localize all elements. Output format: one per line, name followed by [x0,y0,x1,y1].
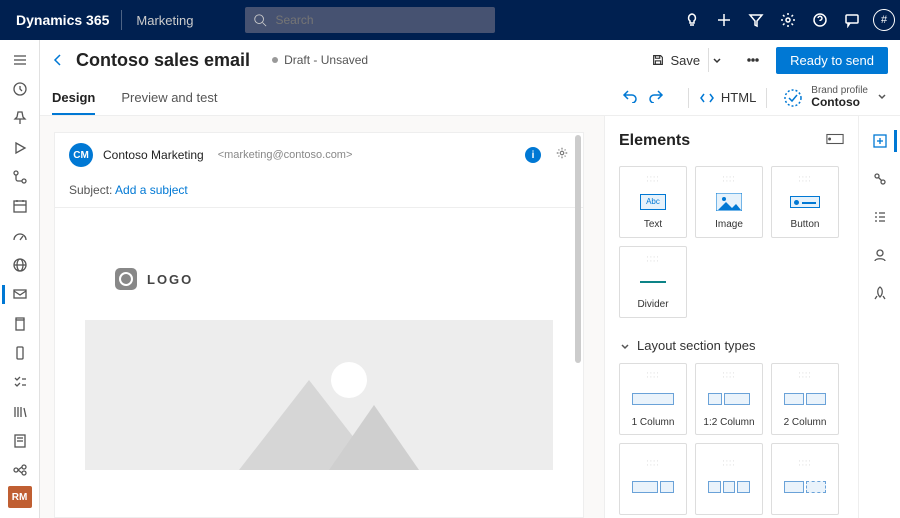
add-icon[interactable] [708,0,740,40]
phone-icon[interactable] [2,339,38,366]
lightbulb-icon[interactable] [676,0,708,40]
chevron-down-icon [619,340,631,352]
layout-3-column[interactable]: ∙∙∙∙∙∙∙∙ [695,443,763,515]
ready-to-send-button[interactable]: Ready to send [776,47,888,74]
product-brand[interactable]: Dynamics 365 [0,12,121,28]
clock-icon[interactable] [2,75,38,102]
header-settings-icon[interactable] [555,146,569,165]
mail-icon[interactable] [2,281,38,308]
info-icon[interactable]: i [525,147,541,163]
layout-1-2-column[interactable]: ∙∙∙∙∙∙∙∙ 1:2 Column [695,363,763,435]
layout-2-1-column[interactable]: ∙∙∙∙∙∙∙∙ [619,443,687,515]
globe-icon[interactable] [2,251,38,278]
save-icon [651,53,665,67]
subject-row[interactable]: Subject: Add a subject [55,177,583,208]
main-area: Contoso sales email Draft - Unsaved Save… [40,40,900,518]
element-image[interactable]: ∙∙∙∙∙∙∙∙ Image [695,166,763,238]
search-input[interactable] [275,13,495,27]
global-nav: Dynamics 365 Marketing # [0,0,900,40]
calendar-icon[interactable] [2,193,38,220]
canvas-scrollbar[interactable] [575,135,581,515]
element-button[interactable]: ∙∙∙∙∙∙∙∙ Button [771,166,839,238]
sender-name: Contoso Marketing [103,148,204,162]
pin-icon[interactable] [2,105,38,132]
canvas-column: CM Contoso Marketing <marketing@contoso.… [40,116,604,518]
help-icon[interactable] [804,0,836,40]
elements-grid: ∙∙∙∙∙∙∙∙ Abc Text ∙∙∙∙∙∙∙∙ Image ∙∙∙∙∙∙∙… [619,166,844,318]
workspace: CM Contoso Marketing <marketing@contoso.… [40,116,900,518]
layout-1-column[interactable]: ∙∙∙∙∙∙∙∙ 1 Column [619,363,687,435]
add-subject-link[interactable]: Add a subject [115,183,188,197]
toolbox-rocket-icon[interactable] [864,278,896,308]
toolbox-links-icon[interactable] [864,164,896,194]
email-canvas[interactable]: CM Contoso Marketing <marketing@contoso.… [54,132,584,518]
element-text[interactable]: ∙∙∙∙∙∙∙∙ Abc Text [619,166,687,238]
user-badge[interactable]: RM [8,486,32,508]
user-avatar[interactable]: # [868,0,900,40]
sender-email: <marketing@contoso.com> [218,149,353,161]
save-split-chevron[interactable] [708,48,730,72]
hamburger-icon[interactable] [2,46,38,73]
logo-mark-icon [115,268,137,290]
html-view-button[interactable]: HTML [699,90,756,106]
email-body[interactable]: LOGO [55,208,583,517]
save-button[interactable]: Save [651,48,731,72]
gear-icon[interactable] [772,0,804,40]
code-icon [699,90,715,106]
device-preview-icon[interactable] [826,132,844,150]
undo-button[interactable] [622,87,638,108]
left-nav-rail: RM [0,40,40,518]
filter-icon[interactable] [740,0,772,40]
layout-2-column[interactable]: ∙∙∙∙∙∙∙∙ 2 Column [771,363,839,435]
command-bar: Contoso sales email Draft - Unsaved Save… [40,40,900,80]
right-tool-rail [858,116,900,518]
module-name[interactable]: Marketing [122,13,207,28]
search-icon [253,13,267,27]
tab-preview[interactable]: Preview and test [121,82,217,113]
library-icon[interactable] [2,398,38,425]
layout-custom-column[interactable]: ∙∙∙∙∙∙∙∙ [771,443,839,515]
toolbox-elements-icon[interactable] [864,126,896,156]
toolbox-personalize-icon[interactable] [864,240,896,270]
connections-icon[interactable] [2,457,38,484]
tab-design[interactable]: Design [52,82,95,115]
brand-profile-icon [783,88,803,108]
element-divider[interactable]: ∙∙∙∙∙∙∙∙ Divider [619,246,687,318]
editor-tabs: Design Preview and test HTML Brand profi… [40,80,900,116]
page-title: Contoso sales email [76,50,250,71]
form-icon[interactable] [2,427,38,454]
logo-block[interactable]: LOGO [115,268,553,290]
redo-button[interactable] [648,87,664,108]
more-commands[interactable] [740,54,766,66]
sender-avatar: CM [69,143,93,167]
hero-image-placeholder[interactable] [85,320,553,470]
play-icon[interactable] [2,134,38,161]
copy-icon[interactable] [2,310,38,337]
chevron-down-icon [876,89,888,107]
brand-profile-picker[interactable]: Brand profile Contoso [783,85,888,109]
back-button[interactable] [46,48,70,72]
gauge-icon[interactable] [2,222,38,249]
status-dot-icon [272,57,278,63]
chat-icon[interactable] [836,0,868,40]
mountain-placeholder-icon [199,340,439,470]
journey-icon[interactable] [2,163,38,190]
layout-grid: ∙∙∙∙∙∙∙∙ 1 Column ∙∙∙∙∙∙∙∙ 1:2 Column ∙∙… [619,363,844,515]
elements-panel: Elements ∙∙∙∙∙∙∙∙ Abc Text ∙∙∙∙∙∙∙∙ Imag… [604,116,858,518]
tasks-icon[interactable] [2,369,38,396]
record-status: Draft - Unsaved [272,53,368,67]
email-header: CM Contoso Marketing <marketing@contoso.… [55,133,583,177]
toolbox-outline-icon[interactable] [864,202,896,232]
layout-section-toggle[interactable]: Layout section types [619,338,844,353]
elements-title: Elements [619,132,690,150]
global-search[interactable] [245,7,495,33]
